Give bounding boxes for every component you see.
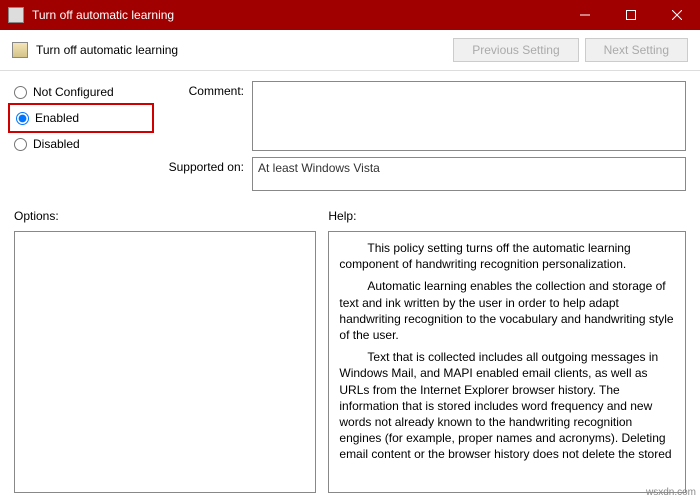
help-paragraph: This policy setting turns off the automa… <box>339 240 675 272</box>
radio-not-configured-input[interactable] <box>14 86 27 99</box>
supported-row: Supported on: At least Windows Vista <box>166 157 686 191</box>
comment-input[interactable] <box>252 81 686 151</box>
help-paragraph: Text that is collected includes all outg… <box>339 349 675 462</box>
help-label: Help: <box>328 199 686 223</box>
radio-not-configured-label: Not Configured <box>33 85 114 99</box>
comment-row: Comment: <box>166 81 686 151</box>
policy-icon <box>12 42 28 58</box>
supported-label: Supported on: <box>166 157 252 191</box>
options-pane: Options: <box>14 199 316 493</box>
maximize-button[interactable] <box>608 0 654 30</box>
help-paragraph: Automatic learning enables the collectio… <box>339 278 675 343</box>
supported-text: At least Windows Vista <box>252 157 686 191</box>
enabled-highlight: Enabled <box>8 103 154 133</box>
radio-disabled-label: Disabled <box>33 137 80 151</box>
radio-enabled-label: Enabled <box>35 111 79 125</box>
minimize-icon <box>580 10 590 20</box>
titlebar: Turn off automatic learning <box>0 0 700 30</box>
help-box[interactable]: This policy setting turns off the automa… <box>328 231 686 493</box>
maximize-icon <box>626 10 636 20</box>
state-radios: Not Configured Enabled Disabled <box>14 81 154 191</box>
content-area: Not Configured Enabled Disabled Comment:… <box>0 71 700 503</box>
help-pane: Help: This policy setting turns off the … <box>328 199 686 493</box>
radio-disabled[interactable]: Disabled <box>14 133 154 155</box>
radio-enabled[interactable]: Enabled <box>16 107 146 129</box>
radio-disabled-input[interactable] <box>14 138 27 151</box>
options-label: Options: <box>14 199 316 223</box>
meta-fields: Comment: Supported on: At least Windows … <box>166 81 686 191</box>
radio-enabled-input[interactable] <box>16 112 29 125</box>
app-icon <box>8 7 24 23</box>
close-icon <box>672 10 682 20</box>
minimize-button[interactable] <box>562 0 608 30</box>
window-title: Turn off automatic learning <box>32 8 562 22</box>
options-box[interactable] <box>14 231 316 493</box>
watermark: wsxdn.com <box>646 487 696 498</box>
toolbar: Turn off automatic learning Previous Set… <box>0 30 700 71</box>
radio-not-configured[interactable]: Not Configured <box>14 81 154 103</box>
close-button[interactable] <box>654 0 700 30</box>
previous-setting-button[interactable]: Previous Setting <box>453 38 578 62</box>
next-setting-button[interactable]: Next Setting <box>585 38 688 62</box>
config-row: Not Configured Enabled Disabled Comment:… <box>14 81 686 191</box>
comment-label: Comment: <box>166 81 252 151</box>
panes-row: Options: Help: This policy setting turns… <box>14 199 686 493</box>
page-title: Turn off automatic learning <box>36 43 447 57</box>
